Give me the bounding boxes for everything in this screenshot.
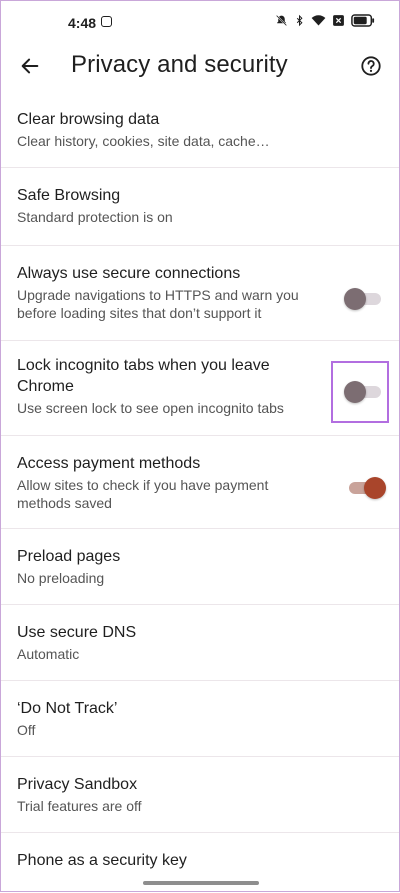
gesture-nav-handle[interactable] [143,881,259,885]
help-circle-icon [361,56,381,76]
help-button[interactable] [355,50,387,82]
setting-title: ‘Do Not Track’ [17,700,118,717]
toggle-thumb [344,288,366,310]
setting-title: Lock incognito tabs when you leave Chrom… [17,357,270,395]
setting-subtitle: Upgrade navigations to HTTPS and warn yo… [17,287,299,321]
app-notification-icon [101,16,112,27]
setting-subtitle: Off [17,722,36,738]
setting-safe-browsing[interactable]: Safe Browsing Standard protection is on [1,168,399,246]
secure-connections-toggle[interactable] [344,288,381,310]
setting-title: Privacy Sandbox [17,776,138,793]
setting-title: Access payment methods [17,455,201,472]
setting-secure-dns[interactable]: Use secure DNS Automatic [1,605,399,681]
setting-subtitle: Trial features are off [17,798,142,814]
setting-do-not-track[interactable]: ‘Do Not Track’ Off [1,681,399,757]
setting-clear-browsing-data[interactable]: Clear browsing data Clear history, cooki… [1,91,399,168]
app-bar: Privacy and security [1,41,399,91]
toggle-thumb [364,477,386,499]
payment-methods-toggle[interactable] [349,477,386,499]
setting-payment-methods[interactable]: Access payment methods Allow sites to ch… [1,436,399,529]
status-bar: 4:48 [1,1,399,41]
setting-lock-incognito[interactable]: Lock incognito tabs when you leave Chrom… [1,341,399,436]
setting-title: Use secure DNS [17,624,137,641]
wifi-icon [311,15,326,26]
status-icons [275,14,375,27]
notification-x-icon [333,15,344,26]
setting-subtitle: Use screen lock to see open incognito ta… [17,400,284,416]
setting-title: Preload pages [17,548,121,565]
setting-subtitle: Automatic [17,646,80,662]
arrow-left-icon [21,58,39,74]
bluetooth-icon [296,14,303,27]
setting-subtitle: No preloading [17,570,105,586]
setting-title: Always use secure connections [17,265,241,282]
setting-title: Phone as a security key [17,852,187,869]
back-button[interactable] [13,49,47,83]
setting-subtitle: Allow sites to check if you have payment… [17,477,269,511]
battery-icon [351,14,375,27]
highlight-box [331,361,389,423]
settings-list: Clear browsing data Clear history, cooki… [1,91,399,893]
setting-privacy-sandbox[interactable]: Privacy Sandbox Trial features are off [1,757,399,833]
setting-title: Safe Browsing [17,187,121,204]
setting-preload-pages[interactable]: Preload pages No preloading [1,529,399,605]
setting-subtitle: Standard protection is on [17,209,173,225]
status-time: 4:48 [68,15,97,31]
setting-secure-connections[interactable]: Always use secure connections Upgrade na… [1,246,399,341]
setting-title: Clear browsing data [17,111,160,128]
mute-icon [276,15,287,26]
page-title: Privacy and security [71,51,288,78]
setting-subtitle: Clear history, cookies, site data, cache… [17,133,270,149]
